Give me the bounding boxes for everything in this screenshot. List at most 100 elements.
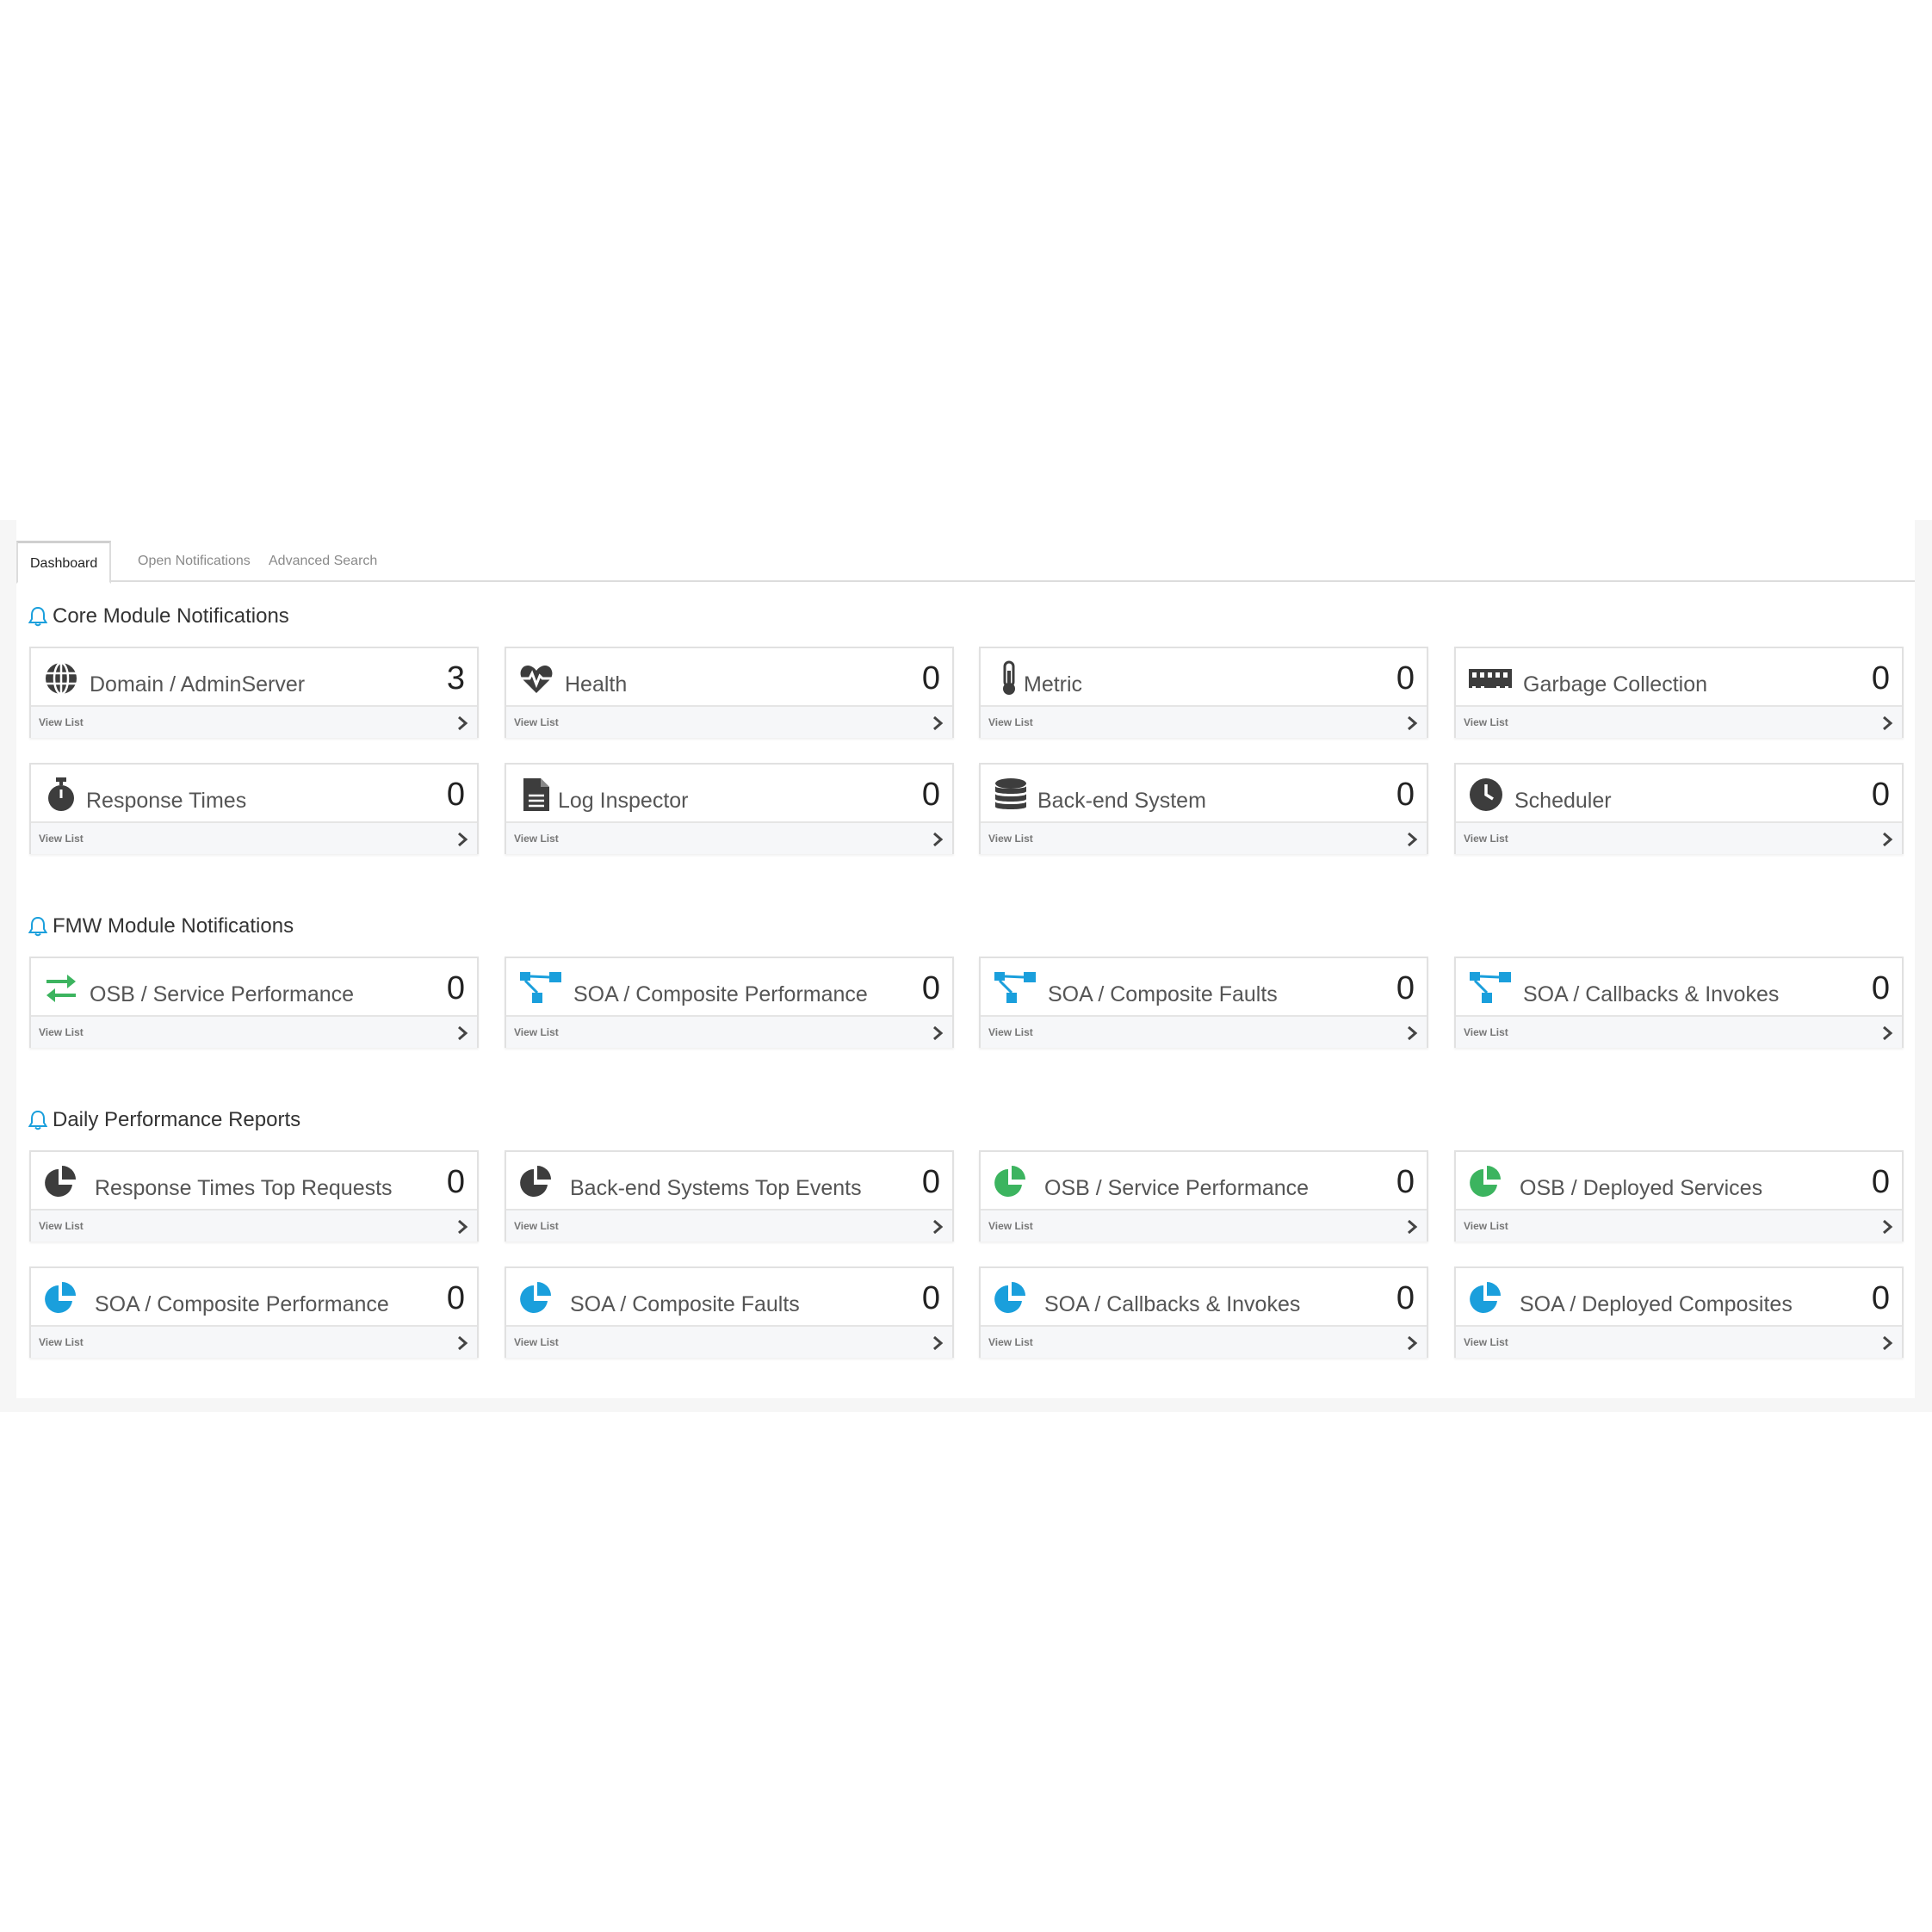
view-list-link[interactable]: View List	[1456, 705, 1902, 738]
card-label: Health	[565, 672, 628, 697]
card-soa-composite-performance[interactable]: SOA / Composite Performance 0 View List	[505, 957, 954, 1048]
exchange-icon	[46, 975, 76, 1002]
chevron-right-icon	[458, 1025, 468, 1041]
view-list-label: View List	[1464, 1336, 1508, 1348]
card-response-times[interactable]: Response Times 0 View List	[29, 763, 479, 854]
view-list-link[interactable]: View List	[1456, 1209, 1902, 1242]
card-count: 0	[1871, 777, 1890, 813]
chevron-right-icon	[458, 715, 468, 731]
stopwatch-icon	[48, 777, 74, 811]
card-osb-deployed-services[interactable]: OSB / Deployed Services 0 View List	[1454, 1150, 1904, 1242]
sitemap-icon	[1470, 972, 1511, 1003]
tab-advanced-search[interactable]: Advanced Search	[257, 541, 389, 582]
card-label: Back-end Systems Top Events	[570, 1176, 862, 1200]
view-list-link[interactable]: View List	[981, 1209, 1427, 1242]
chevron-right-icon	[1883, 1025, 1893, 1041]
section-title-text: FMW Module Notifications	[53, 914, 294, 938]
view-list-label: View List	[988, 1220, 1033, 1232]
view-list-link[interactable]: View List	[506, 821, 952, 854]
view-list-link[interactable]: View List	[981, 705, 1427, 738]
card-count: 0	[1396, 1280, 1415, 1316]
card-count: 0	[921, 660, 940, 697]
view-list-link[interactable]: View List	[31, 821, 477, 854]
card-back-end-systems-top-events[interactable]: Back-end Systems Top Events 0 View List	[505, 1150, 954, 1242]
card-count: 0	[921, 1164, 940, 1200]
chevron-right-icon	[458, 1335, 468, 1351]
card-count: 0	[446, 970, 465, 1006]
view-list-label: View List	[39, 1220, 84, 1232]
card-count: 0	[921, 970, 940, 1006]
card-response-times-top-requests[interactable]: Response Times Top Requests 0 View List	[29, 1150, 479, 1242]
card-count: 0	[1871, 1280, 1890, 1316]
bell-icon	[28, 1110, 47, 1130]
card-back-end-system[interactable]: Back-end System 0 View List	[979, 763, 1428, 854]
view-list-link[interactable]: View List	[1456, 1015, 1902, 1048]
card-label: SOA / Composite Faults	[570, 1292, 800, 1316]
view-list-link[interactable]: View List	[1456, 1325, 1902, 1358]
view-list-link[interactable]: View List	[506, 1015, 952, 1048]
card-count: 0	[1396, 660, 1415, 697]
card-garbage-collection[interactable]: Garbage Collection 0 View List	[1454, 647, 1904, 738]
card-count: 0	[446, 1280, 465, 1316]
view-list-label: View List	[988, 1026, 1033, 1038]
card-count: 0	[1396, 970, 1415, 1006]
view-list-label: View List	[39, 833, 84, 845]
card-label: OSB / Service Performance	[1044, 1176, 1310, 1200]
card-soa-composite-faults-report[interactable]: SOA / Composite Faults 0 View List	[505, 1266, 954, 1358]
section-title-text: Daily Performance Reports	[53, 1108, 301, 1131]
view-list-link[interactable]: View List	[31, 705, 477, 738]
view-list-link[interactable]: View List	[981, 1325, 1427, 1358]
card-count: 0	[1396, 777, 1415, 813]
card-count: 3	[446, 660, 465, 697]
chevron-right-icon	[1883, 832, 1893, 847]
pie-chart-icon	[1470, 1282, 1501, 1313]
chevron-right-icon	[933, 1335, 944, 1351]
card-osb-service-performance[interactable]: OSB / Service Performance 0 View List	[29, 957, 479, 1048]
tab-dashboard[interactable]: Dashboard	[16, 541, 112, 584]
view-list-link[interactable]: View List	[506, 705, 952, 738]
view-list-label: View List	[39, 1026, 84, 1038]
card-count: 0	[1871, 660, 1890, 697]
card-domain-adminserver[interactable]: Domain / AdminServer 3 View List	[29, 647, 479, 738]
card-soa-callbacks-invokes-report[interactable]: SOA / Callbacks & Invokes 0 View List	[979, 1266, 1428, 1358]
card-label: SOA / Composite Faults	[1048, 982, 1278, 1006]
view-list-link[interactable]: View List	[981, 1015, 1427, 1048]
card-soa-composite-faults[interactable]: SOA / Composite Faults 0 View List	[979, 957, 1428, 1048]
pie-chart-icon	[520, 1166, 551, 1197]
sitemap-icon	[994, 972, 1036, 1003]
card-count: 0	[1871, 970, 1890, 1006]
card-osb-service-performance-report[interactable]: OSB / Service Performance 0 View List	[979, 1150, 1428, 1242]
chevron-right-icon	[1408, 1025, 1418, 1041]
file-icon	[523, 778, 549, 811]
view-list-label: View List	[514, 833, 559, 845]
view-list-link[interactable]: View List	[31, 1015, 477, 1048]
card-label: SOA / Composite Performance	[573, 982, 868, 1006]
card-label: SOA / Callbacks & Invokes	[1044, 1292, 1301, 1316]
chevron-right-icon	[1408, 1335, 1418, 1351]
pie-chart-icon	[45, 1166, 76, 1197]
pie-chart-icon	[1470, 1166, 1501, 1197]
card-label: Back-end System	[1037, 789, 1206, 813]
card-scheduler[interactable]: Scheduler 0 View List	[1454, 763, 1904, 854]
card-soa-callbacks-invokes[interactable]: SOA / Callbacks & Invokes 0 View List	[1454, 957, 1904, 1048]
card-soa-deployed-composites[interactable]: SOA / Deployed Composites 0 View List	[1454, 1266, 1904, 1358]
card-log-inspector[interactable]: Log Inspector 0 View List	[505, 763, 954, 854]
card-soa-composite-performance-report[interactable]: SOA / Composite Performance 0 View List	[29, 1266, 479, 1358]
view-list-link[interactable]: View List	[1456, 821, 1902, 854]
view-list-label: View List	[514, 1026, 559, 1038]
view-list-link[interactable]: View List	[506, 1325, 952, 1358]
card-count: 0	[446, 777, 465, 813]
card-metric[interactable]: Metric 0 View List	[979, 647, 1428, 738]
view-list-link[interactable]: View List	[31, 1325, 477, 1358]
view-list-label: View List	[1464, 1220, 1508, 1232]
bell-icon	[28, 606, 47, 627]
chevron-right-icon	[458, 1219, 468, 1235]
clock-icon	[1470, 778, 1502, 811]
bell-icon	[28, 916, 47, 937]
card-health[interactable]: Health 0 View List	[505, 647, 954, 738]
card-label: Scheduler	[1514, 789, 1612, 813]
view-list-link[interactable]: View List	[506, 1209, 952, 1242]
view-list-link[interactable]: View List	[981, 821, 1427, 854]
tab-open-notifications[interactable]: Open Notifications	[126, 541, 263, 582]
view-list-link[interactable]: View List	[31, 1209, 477, 1242]
